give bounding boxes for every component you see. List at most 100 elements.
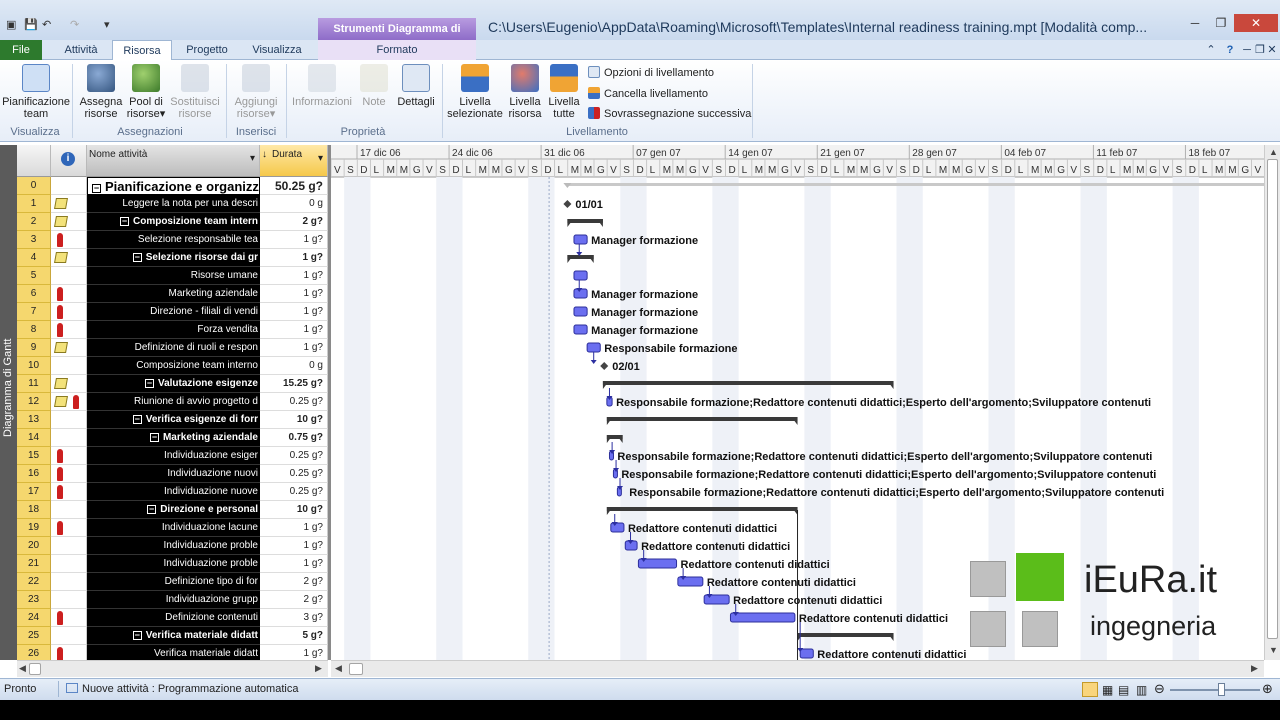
minimize-button[interactable]: ─	[1182, 14, 1208, 32]
task-bar[interactable]	[703, 594, 730, 605]
task-id[interactable]: 7	[17, 303, 51, 321]
note-button[interactable]: Note	[358, 64, 390, 108]
sostituisci-risorse-button[interactable]: Sostituisci risorse	[168, 64, 222, 120]
tab-file[interactable]: File	[0, 40, 42, 60]
filter-dropdown-icon[interactable]: ▾	[250, 153, 255, 164]
task-name-cell[interactable]: − Verifica esigenze di forr	[87, 411, 260, 429]
zoom-slider-track[interactable]	[1170, 689, 1260, 691]
task-id[interactable]: 25	[17, 627, 51, 645]
pianificazione-team-button[interactable]: Pianificazione team	[2, 64, 70, 120]
task-bar[interactable]	[573, 306, 588, 317]
note-icon[interactable]	[54, 198, 68, 209]
opzioni-livellamento-button[interactable]: Opzioni di livellamento	[588, 64, 714, 82]
assegna-risorse-button[interactable]: Assegna risorse	[78, 64, 124, 120]
task-row[interactable]: 8 Forza vendita 1 g?	[17, 321, 328, 339]
filter-dropdown-icon[interactable]: ▾	[318, 153, 323, 164]
task-duration[interactable]: 0.25 g?	[260, 465, 328, 483]
task-duration[interactable]: 2 g?	[260, 213, 328, 231]
task-id[interactable]: 20	[17, 537, 51, 555]
task-row[interactable]: 3 Selezione responsabile tea 1 g?	[17, 231, 328, 249]
task-id[interactable]: 8	[17, 321, 51, 339]
grid-horizontal-scrollbar[interactable]: ◀ ▶	[17, 660, 328, 677]
tab-risorsa[interactable]: Risorsa	[112, 40, 172, 61]
zoom-slider-thumb[interactable]	[1218, 683, 1225, 696]
doc-close-icon[interactable]: ✕	[1266, 40, 1278, 60]
task-duration[interactable]: 0 g	[260, 357, 328, 375]
task-id[interactable]: 24	[17, 609, 51, 627]
tab-progetto[interactable]: Progetto	[176, 40, 238, 60]
milestone-diamond[interactable]	[563, 200, 572, 208]
task-row[interactable]: 6 Marketing aziendale 1 g?	[17, 285, 328, 303]
task-name-cell[interactable]: Composizione team interno	[87, 357, 260, 375]
task-duration[interactable]: 10 g?	[260, 411, 328, 429]
livella-risorsa-button[interactable]: Livella risorsa	[506, 64, 544, 120]
task-row[interactable]: 20 Individuazione proble 1 g?	[17, 537, 328, 555]
aggiungi-risorse-button[interactable]: Aggiungi risorse▾	[230, 64, 282, 120]
task-bar[interactable]	[799, 648, 814, 659]
indicators-header[interactable]: i	[51, 145, 87, 177]
task-name-cell[interactable]: Forza vendita	[87, 321, 260, 339]
zoom-in-icon[interactable]: ⊕	[1262, 681, 1273, 697]
task-id[interactable]: 1	[17, 195, 51, 213]
task-id[interactable]: 0	[17, 177, 51, 195]
doc-restore-icon[interactable]: ❐	[1254, 40, 1266, 60]
save-icon[interactable]: 💾	[24, 18, 38, 34]
task-name-cell[interactable]: Selezione responsabile tea	[87, 231, 260, 249]
task-id[interactable]: 13	[17, 411, 51, 429]
task-row[interactable]: 18 − Direzione e personal 10 g?	[17, 501, 328, 519]
task-id[interactable]: 5	[17, 267, 51, 285]
task-bar[interactable]	[610, 522, 625, 533]
scroll-right-icon[interactable]: ▶	[315, 663, 322, 674]
task-row[interactable]: 1 Leggere la nota per una descri 0 g	[17, 195, 328, 213]
task-name-cell[interactable]: Individuazione lacune	[87, 519, 260, 537]
collapse-icon[interactable]: −	[132, 415, 142, 424]
gantt-horizontal-scrollbar[interactable]: ◀ ▶	[331, 660, 1264, 677]
task-id[interactable]: 16	[17, 465, 51, 483]
task-row[interactable]: 21 Individuazione proble 1 g?	[17, 555, 328, 573]
team-planner-shortcut-icon[interactable]: ▤	[1118, 683, 1129, 697]
task-name-cell[interactable]: − Direzione e personal	[87, 501, 260, 519]
task-duration[interactable]: 1 g?	[260, 537, 328, 555]
task-row[interactable]: 16 Individuazione nuovi 0.25 g?	[17, 465, 328, 483]
tab-formato[interactable]: Formato	[318, 40, 476, 60]
scroll-up-icon[interactable]: ▲	[1269, 147, 1278, 157]
select-all-header[interactable]	[17, 145, 51, 177]
collapse-icon[interactable]: −	[147, 505, 157, 514]
task-duration[interactable]: 50.25 g?	[260, 177, 328, 195]
task-row[interactable]: 22 Definizione tipo di for 2 g?	[17, 573, 328, 591]
collapse-icon[interactable]: −	[144, 379, 154, 388]
task-duration[interactable]: 0.25 g?	[260, 393, 328, 411]
task-id[interactable]: 14	[17, 429, 51, 447]
note-icon[interactable]	[54, 378, 68, 389]
zoom-out-icon[interactable]: ⊖	[1154, 681, 1165, 697]
task-id[interactable]: 22	[17, 573, 51, 591]
grid-scroll-thumb[interactable]	[29, 663, 41, 675]
task-id[interactable]: 23	[17, 591, 51, 609]
task-id[interactable]: 26	[17, 645, 51, 660]
task-row[interactable]: 13 − Verifica esigenze di forr 10 g?	[17, 411, 328, 429]
task-id[interactable]: 21	[17, 555, 51, 573]
task-name-cell[interactable]: Individuazione grupp	[87, 591, 260, 609]
task-bar[interactable]	[586, 342, 601, 353]
task-name-cell[interactable]: − Valutazione esigenze	[87, 375, 260, 393]
task-id[interactable]: 17	[17, 483, 51, 501]
undo-icon[interactable]: ↶	[42, 18, 51, 34]
note-icon[interactable]	[54, 252, 68, 263]
task-duration[interactable]: 2 g?	[260, 573, 328, 591]
task-name-cell[interactable]: Individuazione nuove	[87, 483, 260, 501]
task-duration[interactable]: 1 g?	[260, 519, 328, 537]
milestone-diamond[interactable]	[600, 362, 609, 370]
task-row[interactable]: 15 Individuazione esiger 0.25 g?	[17, 447, 328, 465]
task-name-cell[interactable]: − Marketing aziendale	[87, 429, 260, 447]
task-duration[interactable]: 1 g?	[260, 267, 328, 285]
task-row[interactable]: 17 Individuazione nuove 0.25 g?	[17, 483, 328, 501]
task-usage-shortcut-icon[interactable]: ▦	[1102, 683, 1113, 697]
livella-selezionate-button[interactable]: Livella selezionate	[446, 64, 504, 120]
task-row[interactable]: 25 − Verifica materiale didatt 5 g?	[17, 627, 328, 645]
task-id[interactable]: 9	[17, 339, 51, 357]
task-name-cell[interactable]: Marketing aziendale	[87, 285, 260, 303]
task-duration[interactable]: 0.25 g?	[260, 483, 328, 501]
task-duration[interactable]: 1 g?	[260, 303, 328, 321]
task-name-header[interactable]: Nome attività ▾	[87, 145, 260, 177]
new-tasks-mode[interactable]: Nuove attività : Programmazione automati…	[66, 683, 298, 695]
